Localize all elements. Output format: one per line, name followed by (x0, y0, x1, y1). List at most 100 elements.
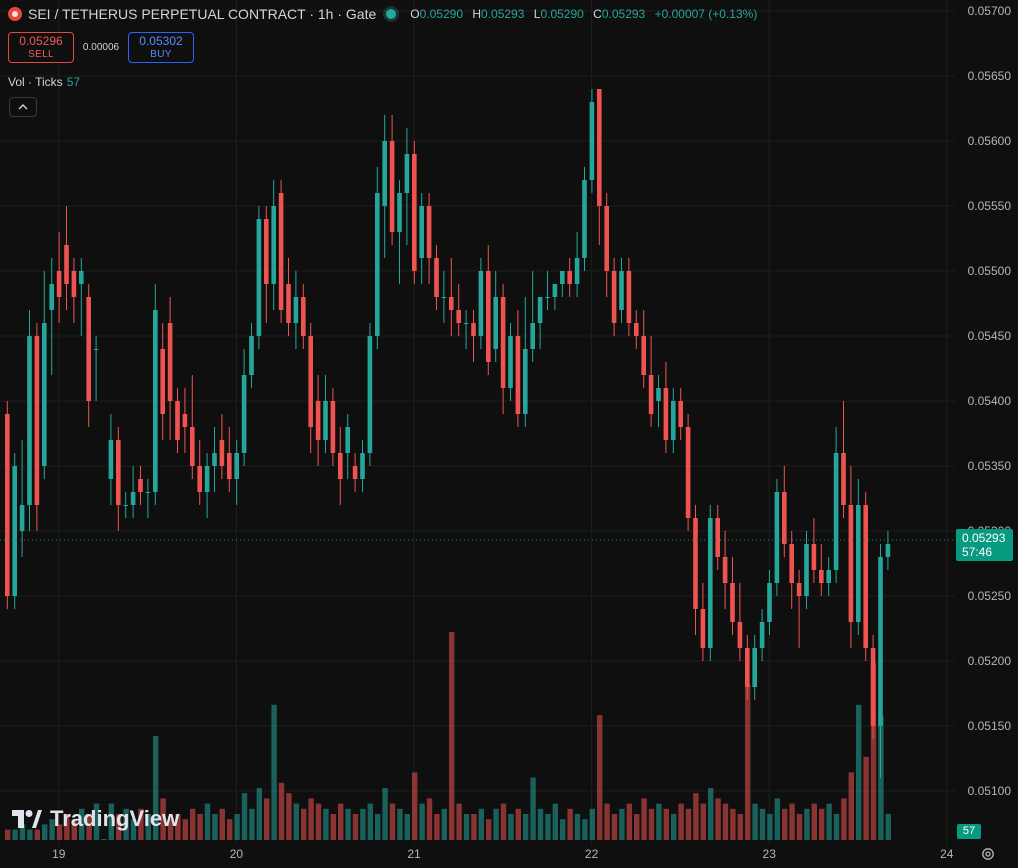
candle-body (449, 297, 454, 310)
candle-body (382, 141, 387, 206)
volume-bar (648, 808, 655, 840)
volume-legend[interactable]: Vol · Ticks 57 (8, 75, 80, 89)
candle-body (552, 284, 558, 297)
candle (804, 531, 809, 609)
volume-bar (833, 814, 840, 840)
buy-label: BUY (150, 48, 172, 60)
volume-bar (641, 798, 647, 840)
candlesticks[interactable] (5, 89, 891, 778)
volume-bar (182, 819, 188, 840)
candle-body (434, 258, 439, 297)
grid-lines (0, 0, 955, 845)
candle (774, 479, 780, 596)
candle-body (145, 492, 151, 493)
collapse-legend-button[interactable] (9, 97, 37, 117)
candle (367, 323, 373, 466)
volume-bar (789, 803, 795, 840)
candle (782, 466, 787, 557)
candle-body (486, 271, 491, 362)
candle (360, 440, 365, 492)
candle-body (19, 505, 25, 531)
candle (722, 531, 728, 609)
price-axis[interactable]: 0.05700 0.05650 0.05600 0.05550 0.05500 0.054… (968, 4, 1012, 798)
time-axis[interactable]: 19202122232425 (52, 847, 1018, 861)
candle-body (5, 414, 10, 596)
candle (352, 453, 358, 492)
candle-body (730, 583, 735, 622)
candle-body (708, 518, 713, 648)
volume-bar (560, 819, 566, 840)
volume-bar (819, 808, 825, 840)
low-value: 0.05290 (540, 7, 584, 21)
chart-canvas[interactable]: 0.05700 0.05650 0.05600 0.05550 0.05500 0.054… (0, 0, 1018, 868)
volume-bar (619, 808, 625, 840)
bar-countdown: 57:46 (962, 545, 993, 559)
volume-bar (234, 814, 240, 840)
candle-body (767, 583, 772, 622)
tradingview-logo-text: TradingView (50, 806, 180, 831)
candle (863, 492, 868, 661)
candle (182, 388, 188, 453)
candle (441, 271, 447, 323)
volume-bar (589, 808, 595, 840)
candle (515, 310, 521, 427)
candle-body (153, 310, 158, 492)
candle (537, 297, 543, 349)
candle (530, 271, 535, 362)
candle (271, 180, 276, 310)
candle (523, 297, 528, 427)
volume-bar (708, 788, 714, 840)
volume-bar (767, 814, 773, 840)
volume-bar (345, 808, 351, 840)
volume-bar (190, 808, 196, 840)
candle-body (885, 544, 891, 557)
candle (212, 427, 217, 492)
volume-value-tag: 57 (957, 824, 981, 839)
candle (486, 245, 491, 375)
candle (856, 479, 861, 635)
price-axis-label: 0.05100 (968, 784, 1012, 798)
candle-body (500, 297, 506, 388)
candle (227, 427, 232, 492)
time-axis-label: 20 (230, 847, 244, 861)
volume-bar (737, 814, 743, 840)
open-label: O (410, 7, 420, 21)
candle (5, 401, 10, 609)
candle (123, 492, 128, 518)
candle-body (241, 375, 247, 453)
candle (197, 440, 202, 505)
candle-body (619, 271, 624, 310)
price-axis-label: 0.05250 (968, 589, 1012, 603)
candle (419, 193, 424, 284)
candle-body (870, 648, 876, 726)
candle-body (626, 271, 632, 323)
candle (619, 258, 624, 323)
volume-bar (375, 814, 381, 840)
volume-bar (419, 803, 425, 840)
sell-button[interactable]: 0.05296 SELL (8, 32, 74, 63)
candle (449, 258, 454, 336)
ohlc-values: O0.05290 H0.05293 L0.05290 C0.05293 +0.0… (404, 7, 757, 21)
buy-price: 0.05302 (139, 33, 183, 48)
tradingview-watermark[interactable]: TradingView (12, 806, 179, 832)
candle (819, 544, 824, 596)
candle-body (197, 466, 202, 492)
settings-gear-icon[interactable] (980, 846, 996, 862)
price-axis-label: 0.05500 (968, 264, 1012, 278)
buy-button[interactable]: 0.05302 BUY (128, 32, 194, 63)
symbol-title[interactable]: SEI / TETHERUS PERPETUAL CONTRACT · 1h ·… (28, 6, 376, 22)
volume-bar (700, 803, 706, 840)
candle (64, 206, 69, 310)
candle-body (641, 336, 646, 375)
candle (330, 388, 336, 466)
candle-body (256, 219, 262, 336)
candle (685, 414, 691, 531)
candle (493, 271, 498, 362)
candle-body (190, 427, 195, 466)
volume-bar (552, 803, 558, 840)
volume-bar (574, 814, 581, 840)
volume-bar (604, 803, 610, 840)
candle-body (123, 505, 128, 506)
tradingview-logo-icon (12, 810, 42, 828)
candle (700, 583, 706, 661)
